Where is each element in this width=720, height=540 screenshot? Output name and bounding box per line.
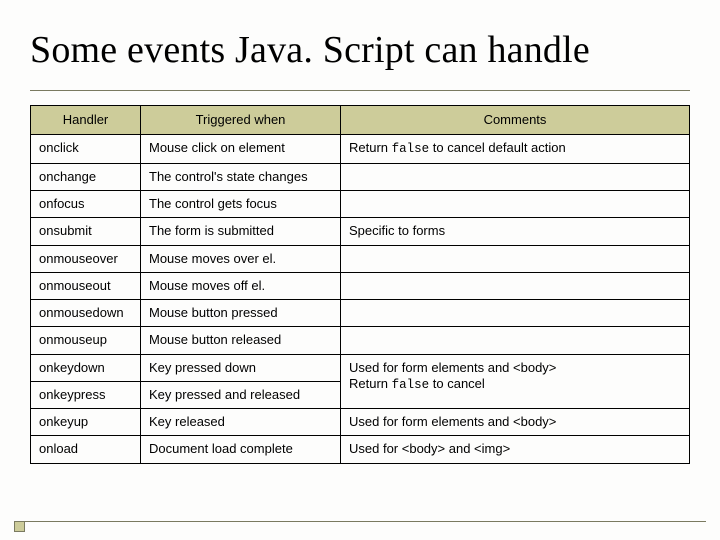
cell-trigger: Key pressed down (141, 354, 341, 381)
cell-trigger: The control gets focus (141, 191, 341, 218)
table-row: onsubmitThe form is submittedSpecific to… (31, 218, 690, 245)
title-underline (30, 90, 690, 91)
cell-handler: onload (31, 436, 141, 463)
cell-trigger: Mouse moves off el. (141, 272, 341, 299)
cell-trigger: Mouse button released (141, 327, 341, 354)
cell-handler: onmouseover (31, 245, 141, 272)
col-header-handler: Handler (31, 106, 141, 135)
table-row: onkeyupKey releasedUsed for form element… (31, 409, 690, 436)
cell-comment: Return false to cancel default action (341, 135, 690, 164)
table-row: onchangeThe control's state changes (31, 163, 690, 190)
cell-comment (341, 191, 690, 218)
cell-comment (341, 245, 690, 272)
table-row: onfocusThe control gets focus (31, 191, 690, 218)
cell-handler: onfocus (31, 191, 141, 218)
slide: Some events Java. Script can handle Hand… (0, 0, 720, 540)
code-literal: false (392, 378, 430, 392)
col-header-comments: Comments (341, 106, 690, 135)
cell-trigger: The form is submitted (141, 218, 341, 245)
cell-handler: onsubmit (31, 218, 141, 245)
cell-comment: Used for form elements and <body>Return … (341, 354, 690, 409)
cell-comment: Specific to forms (341, 218, 690, 245)
table-header-row: Handler Triggered when Comments (31, 106, 690, 135)
cell-comment: Used for form elements and <body> (341, 409, 690, 436)
cell-handler: onkeydown (31, 354, 141, 381)
table-row: onloadDocument load completeUsed for <bo… (31, 436, 690, 463)
cell-handler: onmouseup (31, 327, 141, 354)
table-row: onkeydownKey pressed downUsed for form e… (31, 354, 690, 381)
cell-trigger: Document load complete (141, 436, 341, 463)
table-row: onmouseoutMouse moves off el. (31, 272, 690, 299)
cell-trigger: The control's state changes (141, 163, 341, 190)
cell-comment: Used for <body> and <img> (341, 436, 690, 463)
cell-trigger: Mouse click on element (141, 135, 341, 164)
cell-trigger: Mouse moves over el. (141, 245, 341, 272)
code-literal: false (392, 142, 430, 156)
cell-handler: onmouseout (31, 272, 141, 299)
table-row: onmouseupMouse button released (31, 327, 690, 354)
footer-bullet-icon (14, 521, 25, 532)
cell-trigger: Key pressed and released (141, 381, 341, 408)
events-table: Handler Triggered when Comments onclickM… (30, 105, 690, 464)
col-header-trigger: Triggered when (141, 106, 341, 135)
cell-comment (341, 300, 690, 327)
cell-handler: onmousedown (31, 300, 141, 327)
table-row: onmousedownMouse button pressed (31, 300, 690, 327)
cell-trigger: Key released (141, 409, 341, 436)
cell-trigger: Mouse button pressed (141, 300, 341, 327)
cell-handler: onclick (31, 135, 141, 164)
cell-comment (341, 163, 690, 190)
cell-handler: onchange (31, 163, 141, 190)
table-row: onclickMouse click on elementReturn fals… (31, 135, 690, 164)
table-row: onmouseoverMouse moves over el. (31, 245, 690, 272)
cell-handler: onkeypress (31, 381, 141, 408)
cell-comment (341, 327, 690, 354)
cell-comment (341, 272, 690, 299)
cell-handler: onkeyup (31, 409, 141, 436)
page-title: Some events Java. Script can handle (30, 28, 690, 72)
footer-rule (14, 521, 706, 522)
